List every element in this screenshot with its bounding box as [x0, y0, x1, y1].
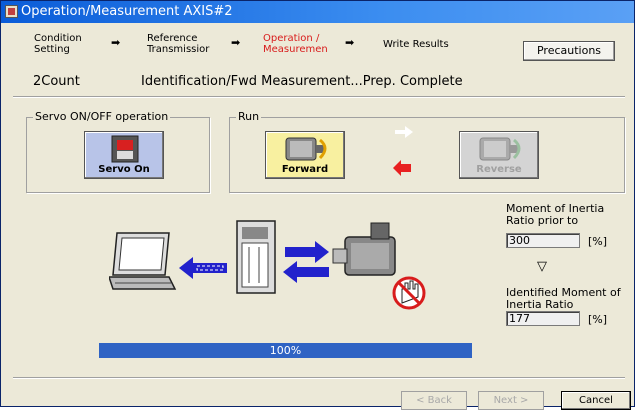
count-label: 2Count	[33, 74, 80, 89]
app-icon	[5, 5, 18, 18]
step-operation-measurement: Operation / Measuremen	[263, 33, 328, 55]
operation-measurement-window: Operation/Measurement AXIS#2 Condition Se…	[0, 0, 635, 410]
status-line: 2Count Identification/Fwd Measurement...…	[33, 74, 463, 89]
step-arrow-icon: ➡	[111, 36, 121, 49]
progress-bar: 100%	[99, 343, 472, 358]
cancel-button[interactable]: Cancel	[561, 391, 631, 410]
title-bar: Operation/Measurement AXIS#2	[1, 1, 634, 23]
reverse-label: Reverse	[476, 164, 522, 175]
system-diagram	[109, 220, 426, 310]
motor-forward-icon	[285, 137, 327, 161]
back-button[interactable]: < Back	[401, 391, 467, 410]
servo-on-label: Servo On	[98, 164, 150, 175]
forward-button[interactable]: Forward	[265, 131, 345, 179]
reverse-button[interactable]: Reverse	[459, 131, 539, 179]
step-arrow-icon: ➡	[231, 36, 241, 49]
arrow-left-icon	[179, 257, 227, 279]
servo-group-legend: Servo ON/OFF operation	[33, 110, 171, 123]
progress-text: 100%	[269, 344, 302, 357]
prohibited-hand-icon	[392, 276, 426, 310]
arrow-right-icon	[285, 241, 329, 263]
window-title: Operation/Measurement AXIS#2	[21, 4, 233, 19]
step-condition-setting: Condition Setting	[34, 33, 82, 55]
laptop-icon	[109, 232, 177, 290]
motor-reverse-icon	[479, 137, 521, 161]
run-group-legend: Run	[236, 110, 262, 123]
status-message: Identification/Fwd Measurement...Prep. C…	[141, 74, 463, 89]
bottom-divider	[13, 377, 625, 379]
prior-ratio-field: 300	[506, 233, 580, 248]
servo-switch-icon	[111, 135, 139, 163]
identified-label-2: Inertia Ratio	[506, 298, 574, 311]
step-reference-transmission: Reference Transmissior	[147, 33, 210, 55]
servo-on-button[interactable]: Servo On	[84, 131, 164, 179]
arrow-left-icon-2	[283, 261, 329, 283]
step-write-results: Write Results	[383, 39, 449, 50]
next-button[interactable]: Next >	[478, 391, 544, 410]
step-arrow-icon: ➡	[345, 36, 355, 49]
precautions-button[interactable]: Precautions	[523, 41, 615, 61]
servo-motor-icon	[332, 222, 396, 276]
prior-unit: [%]	[588, 235, 608, 248]
identified-unit: [%]	[588, 313, 608, 326]
direction-arrows-icon	[393, 126, 413, 176]
divider	[13, 96, 625, 98]
down-arrow-icon: ▽	[537, 259, 547, 274]
servo-amplifier-icon	[236, 220, 276, 294]
identified-ratio-field: 177	[506, 311, 580, 326]
forward-label: Forward	[281, 164, 329, 175]
prior-label-2: Ratio prior to	[506, 214, 579, 227]
